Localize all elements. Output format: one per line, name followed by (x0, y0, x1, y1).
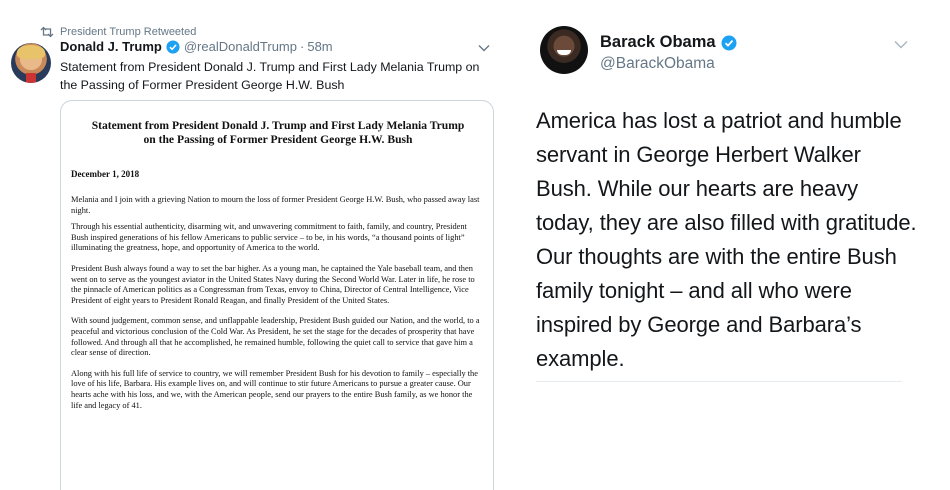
author-handle[interactable]: @realDonaldTrump (184, 39, 297, 54)
author-handle[interactable]: @BarackObama (600, 55, 715, 73)
statement-image-card[interactable]: Statement from President Donald J. Trump… (60, 100, 494, 490)
chevron-down-icon[interactable] (478, 44, 490, 52)
author-name[interactable]: Barack Obama (600, 33, 716, 52)
statement-paragraph: Melania and I join with a grieving Natio… (71, 195, 480, 215)
retweet-label: President Trump Retweeted (60, 26, 197, 38)
statement-paragraph: Along with his full life of service to c… (71, 368, 478, 410)
obama-tweet-panel: Barack Obama @BarackObama America has lo… (510, 0, 950, 489)
verified-badge-icon (721, 35, 737, 50)
retweet-icon (40, 26, 54, 38)
separator-dot: · (300, 39, 305, 54)
trump-retweet-panel: President Trump Retweeted Donald J. Trum… (0, 0, 505, 490)
verified-badge-icon (166, 39, 180, 54)
statement-date: December 1, 2018 (71, 169, 140, 179)
chevron-down-icon[interactable] (894, 40, 908, 49)
tweet-text: Statement from President Donald J. Trump… (60, 60, 480, 92)
statement-title: Statement from President Donald J. Trump… (91, 119, 465, 146)
retweet-context[interactable]: President Trump Retweeted (40, 24, 196, 40)
author-name[interactable]: Donald J. Trump (60, 39, 162, 54)
divider (536, 381, 902, 382)
tweet-header: Donald J. Trump @realDonaldTrump · 58m (60, 39, 333, 54)
avatar[interactable] (540, 26, 588, 74)
statement-document: Statement from President Donald J. Trump… (71, 119, 485, 411)
statement-paragraph: President Bush always found a way to set… (71, 263, 475, 305)
tweet-text: America has lost a patriot and humble se… (536, 108, 917, 371)
statement-paragraph: Through his essential authenticity, disa… (71, 222, 467, 253)
statement-paragraph: With sound judgement, common sense, and … (71, 316, 480, 358)
avatar[interactable] (11, 43, 51, 83)
author-name-row: Barack Obama (600, 33, 741, 52)
tweet-timestamp[interactable]: 58m (307, 39, 332, 54)
